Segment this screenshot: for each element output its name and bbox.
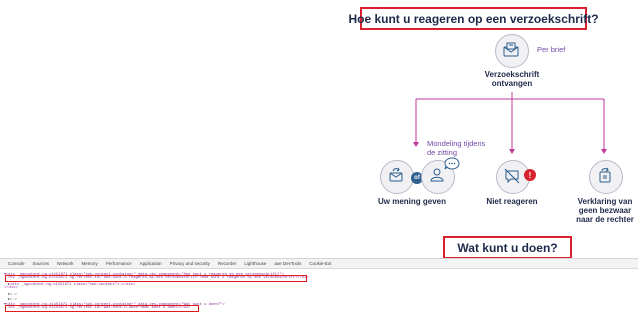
dom-line[interactable]: </div> — [4, 286, 18, 290]
request-received-line-1: Verzoekschrift — [484, 70, 540, 79]
document-return-icon — [599, 167, 611, 183]
envelope-document-icon — [503, 42, 519, 57]
warning-badge-icon: ! — [524, 169, 536, 181]
hearing-line-1: Mondeling tijdens — [427, 139, 486, 148]
hearing-label: Mondeling tijdens de zitting — [427, 139, 497, 157]
per-brief-label: Per brief — [537, 45, 566, 54]
section-title: Wat kunt u doen? — [443, 236, 572, 259]
statement-label: Verklaring van geen bezwaar naar de rech… — [566, 197, 638, 224]
tab-cookie-ext[interactable]: Cookie-Ext — [309, 261, 331, 266]
dom-line[interactable]: ▸<div _ngcontent-ng-c1151871 class="sub-… — [8, 281, 135, 287]
flow-connectors — [413, 92, 607, 154]
statement-line-1: Verklaring van — [577, 197, 633, 206]
tab-application[interactable]: Application — [140, 261, 162, 266]
tab-console[interactable]: Console — [8, 261, 25, 266]
statement-line-2: geen bezwaar — [578, 206, 632, 215]
tab-performance[interactable]: Performance — [106, 261, 132, 266]
devtools-tab-bar: Console Sources Network Memory Performan… — [0, 259, 638, 269]
opinion-label: Uw mening geven — [377, 197, 446, 206]
devtools-panel: Console Sources Network Memory Performan… — [0, 258, 638, 316]
no-reaction-label: Niet reageren — [486, 197, 538, 206]
speech-bubble-icon — [444, 157, 460, 170]
tab-sources[interactable]: Sources — [33, 261, 50, 266]
tab-network[interactable]: Network — [57, 261, 74, 266]
envelope-icon — [389, 167, 403, 182]
tab-memory[interactable]: Memory — [82, 261, 98, 266]
muted-chat-icon — [504, 168, 520, 184]
hearing-line-2: de zitting — [427, 148, 458, 157]
tab-lighthouse[interactable]: Lighthouse — [244, 261, 266, 266]
tab-axe-devtools[interactable]: axe DevTools — [274, 261, 301, 266]
tab-privacy-security[interactable]: Privacy and security — [170, 261, 210, 266]
statement-line-3: naar de rechter — [576, 215, 634, 224]
request-received-line-2: ontvangen — [491, 79, 533, 88]
request-received-label: Verzoekschrift ontvangen — [470, 70, 554, 88]
tab-recorder[interactable]: Recorder — [218, 261, 237, 266]
highlight-box — [5, 304, 199, 312]
